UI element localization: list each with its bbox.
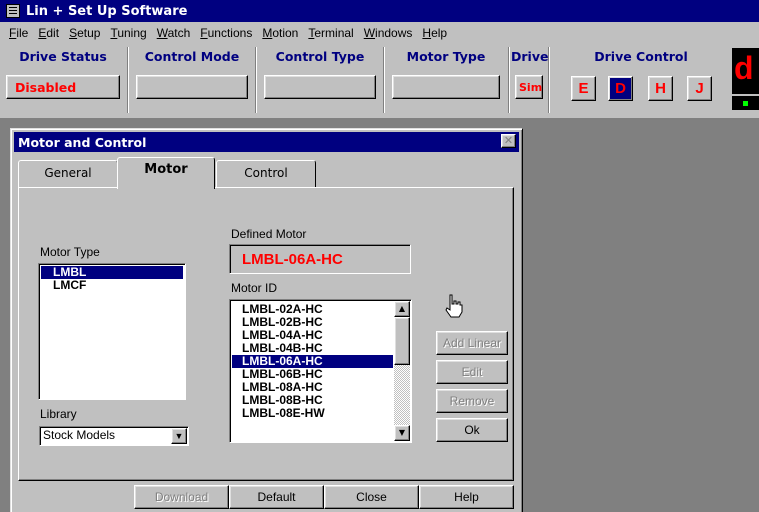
tab-motor[interactable]: Motor (117, 157, 215, 189)
dialog-close-icon[interactable]: ✕ (501, 134, 516, 148)
library-select-value: Stock Models (43, 428, 116, 442)
chevron-down-icon[interactable]: ▼ (171, 428, 187, 444)
control-type-value (264, 75, 376, 99)
drive-label: Drive (511, 49, 549, 64)
menu-tuning[interactable]: Tuning (105, 26, 151, 40)
menu-setup[interactable]: Setup (64, 26, 105, 40)
divider (548, 47, 550, 113)
menu-motion[interactable]: Motion (257, 26, 303, 40)
drive-control-e-button[interactable]: E (571, 76, 596, 101)
drive-status-panel: Drive Status Disabled (0, 49, 126, 105)
led-dot-icon (743, 101, 748, 106)
scroll-up-icon[interactable]: ▲ (394, 301, 410, 317)
menu-terminal[interactable]: Terminal (303, 26, 358, 40)
motor-id-scrollbar[interactable]: ▲ ▼ (394, 301, 410, 441)
app-title: Lin + Set Up Software (26, 3, 188, 19)
library-label: Library (40, 407, 77, 421)
motor-id-listbox[interactable]: LMBL-02A-HC LMBL-02B-HC LMBL-04A-HC LMBL… (229, 299, 412, 443)
remove-button[interactable]: Remove (436, 389, 508, 413)
motor-id-label: Motor ID (231, 281, 278, 295)
list-item[interactable]: LMBL-08E-HW (232, 407, 393, 420)
status-strip: Drive Status Disabled Control Mode Contr… (0, 43, 759, 118)
control-mode-label: Control Mode (144, 49, 240, 64)
menu-watch[interactable]: Watch (152, 26, 196, 40)
app-icon[interactable] (6, 4, 20, 18)
add-linear-button[interactable]: Add Linear (436, 331, 508, 355)
menu-functions[interactable]: Functions (195, 26, 257, 40)
state-indicator: d (732, 48, 759, 94)
drive-status-value: Disabled (6, 75, 120, 99)
hand-cursor-icon (445, 294, 463, 318)
drive-value: Sim (515, 75, 543, 99)
defined-motor-value: LMBL-06A-HC (229, 244, 411, 274)
divider (508, 47, 510, 113)
control-mode-panel: Control Mode (130, 49, 254, 105)
list-item[interactable]: LMCF (41, 279, 183, 292)
divider (127, 47, 129, 113)
library-select[interactable]: Stock Models ▼ (39, 426, 189, 446)
menu-help[interactable]: Help (417, 26, 452, 40)
menu-edit[interactable]: Edit (33, 26, 64, 40)
edit-button[interactable]: Edit (436, 360, 508, 384)
menu-windows[interactable]: Windows (359, 26, 418, 40)
dialog-titlebar: Motor and Control ✕ (14, 132, 519, 152)
app-titlebar: Lin + Set Up Software (0, 0, 759, 22)
divider (383, 47, 385, 113)
scroll-thumb[interactable] (394, 317, 410, 365)
defined-motor-label: Defined Motor (231, 227, 307, 241)
scroll-down-icon[interactable]: ▼ (394, 425, 410, 441)
motor-and-control-dialog: Motor and Control ✕ General Motor Contro… (10, 128, 523, 512)
help-button[interactable]: Help (419, 485, 514, 509)
drive-control-h-button[interactable]: H (648, 76, 673, 101)
tab-control[interactable]: Control (216, 160, 316, 187)
drive-panel: Drive Sim (511, 49, 549, 105)
ok-button[interactable]: Ok (436, 418, 508, 442)
default-button[interactable]: Default (229, 485, 324, 509)
drive-control-label: Drive Control (594, 49, 688, 64)
menu-bar: File Edit Setup Tuning Watch Functions M… (0, 22, 759, 43)
menu-file[interactable]: File (4, 26, 33, 40)
motor-type-panel: Motor Type (386, 49, 506, 105)
led-indicator (732, 96, 759, 110)
motor-type-list-label: Motor Type (40, 245, 100, 259)
tab-general[interactable]: General (18, 160, 118, 187)
download-button[interactable]: Download (134, 485, 229, 509)
motor-type-listbox[interactable]: LMBL LMCF (38, 263, 186, 400)
motor-tab-panel: Defined Motor LMBL-06A-HC Motor Type LMB… (18, 187, 514, 481)
control-type-label: Control Type (275, 49, 365, 64)
control-mode-value (136, 75, 248, 99)
divider (255, 47, 257, 113)
drive-control-d-button[interactable]: D (608, 76, 633, 101)
drive-status-label: Drive Status (19, 49, 107, 64)
motor-type-label: Motor Type (406, 49, 486, 64)
control-type-panel: Control Type (258, 49, 382, 105)
motor-type-value (392, 75, 500, 99)
close-button[interactable]: Close (324, 485, 419, 509)
drive-control-j-button[interactable]: J (687, 76, 712, 101)
dialog-title: Motor and Control (18, 134, 147, 150)
